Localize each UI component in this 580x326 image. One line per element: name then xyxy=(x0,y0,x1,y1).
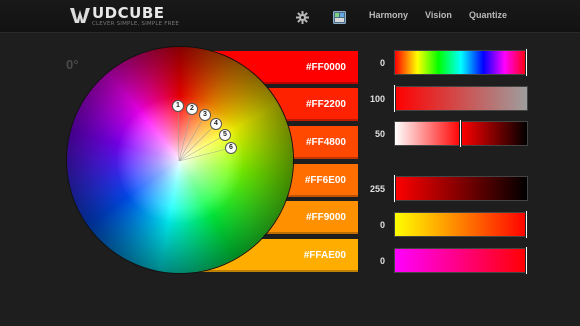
harmony-marker-3[interactable]: 3 xyxy=(199,109,211,121)
harmony-marker-5[interactable]: 5 xyxy=(219,129,231,141)
nav-harmony[interactable]: Harmony xyxy=(369,10,408,20)
saturation-handle[interactable] xyxy=(393,84,396,113)
logo-text: UDCUBE xyxy=(92,4,165,22)
brightness-slider[interactable] xyxy=(394,119,528,148)
swatch-5-hex: #FF9000 xyxy=(305,212,346,223)
blue-value: 0 xyxy=(379,256,385,266)
nav-vision[interactable]: Vision xyxy=(425,10,452,20)
swatch-6-hex: #FFAE00 xyxy=(303,250,346,261)
logo-mark-icon xyxy=(70,8,90,23)
saturation-value: 100 xyxy=(369,94,385,104)
logo[interactable]: UDCUBE CLEVER SIMPLE, SIMPLE FREE xyxy=(70,4,180,29)
red-handle[interactable] xyxy=(393,174,396,203)
palette-icon[interactable] xyxy=(333,9,346,28)
hue-handle[interactable] xyxy=(525,48,528,77)
brightness-handle[interactable] xyxy=(459,119,462,148)
blue-handle[interactable] xyxy=(525,246,528,275)
gear-icon[interactable] xyxy=(296,9,309,28)
hue-value: 0 xyxy=(379,58,385,68)
green-value: 0 xyxy=(379,220,385,230)
harmony-marker-1[interactable]: 1 xyxy=(172,100,184,112)
swatch-2-hex: #FF2200 xyxy=(305,99,346,110)
swatch-3-hex: #FF4800 xyxy=(305,137,346,148)
blue-slider[interactable] xyxy=(394,246,528,275)
green-handle[interactable] xyxy=(525,210,528,239)
logo-tagline: CLEVER SIMPLE, SIMPLE FREE xyxy=(92,21,179,27)
swatch-1-hex: #FF0000 xyxy=(305,62,346,73)
harmony-marker-6[interactable]: 6 xyxy=(225,142,237,154)
brightness-value: 50 xyxy=(374,129,385,139)
harmony-marker-2[interactable]: 2 xyxy=(186,103,198,115)
saturation-slider[interactable] xyxy=(393,84,528,113)
swatch-4-hex: #FF6E00 xyxy=(304,175,346,186)
nav-quantize[interactable]: Quantize xyxy=(469,10,507,20)
green-slider[interactable] xyxy=(394,210,528,239)
top-bar: UDCUBE CLEVER SIMPLE, SIMPLE FREE Harmon… xyxy=(0,0,580,33)
hue-slider[interactable] xyxy=(394,48,528,77)
harmony-lines xyxy=(177,105,232,162)
harmony-marker-4[interactable]: 4 xyxy=(210,118,222,130)
red-slider[interactable] xyxy=(393,174,528,203)
color-wheel[interactable]: 1 2 3 4 5 6 xyxy=(67,47,293,273)
red-value: 255 xyxy=(369,184,385,194)
